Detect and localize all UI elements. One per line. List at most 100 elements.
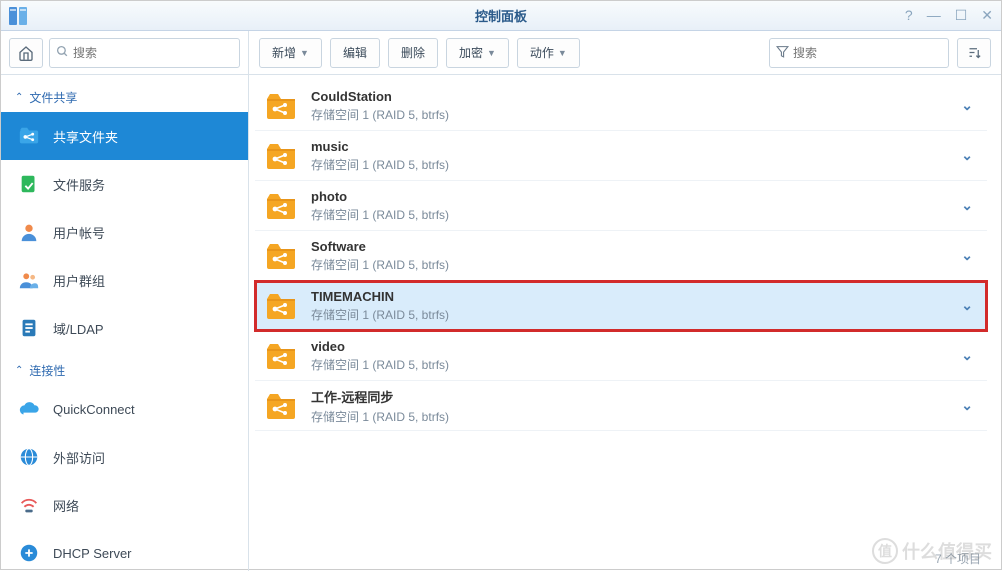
help-button[interactable]: ? (905, 7, 913, 24)
main-content: CouldStation 存储空间 1 (RAID 5, btrfs) ⌄ mu… (249, 75, 1001, 571)
globe-icon (17, 445, 41, 469)
filter-icon (776, 45, 789, 61)
new-button[interactable]: 新增▼ (259, 38, 322, 68)
caret-down-icon: ▼ (300, 48, 309, 58)
folder-info: 工作-远程同步 存储空间 1 (RAID 5, btrfs) (311, 387, 947, 425)
sidebar-item-user-account[interactable]: 用户帐号 (1, 208, 248, 256)
encrypt-button[interactable]: 加密▼ (446, 38, 509, 68)
folder-info: TIMEMACHIN 存储空间 1 (RAID 5, btrfs) (311, 289, 947, 323)
delete-button[interactable]: 删除 (388, 38, 438, 68)
folder-row[interactable]: Software 存储空间 1 (RAID 5, btrfs) ⌄ (255, 231, 987, 281)
sidebar-item-label: 用户帐号 (53, 223, 105, 242)
sidebar-header (1, 31, 249, 75)
sidebar-item-dhcp[interactable]: DHCP Server (1, 529, 248, 571)
file-services-icon (17, 172, 41, 196)
chevron-up-icon: ⌃ (15, 92, 23, 103)
home-button[interactable] (9, 38, 43, 68)
chevron-up-icon: ⌃ (15, 365, 23, 376)
sidebar-item-label: DHCP Server (53, 546, 132, 561)
cloud-icon (17, 397, 41, 421)
chevron-down-icon[interactable]: ⌄ (961, 97, 973, 114)
section-file-share[interactable]: ⌃ 文件共享 (1, 79, 248, 112)
folder-location: 存储空间 1 (RAID 5, btrfs) (311, 408, 947, 425)
share-folder-icon (265, 141, 297, 171)
share-folder-icon (265, 291, 297, 321)
chevron-down-icon[interactable]: ⌄ (961, 147, 973, 164)
sidebar-item-user-group[interactable]: 用户群组 (1, 256, 248, 304)
sidebar-search[interactable] (49, 38, 240, 68)
share-folder-icon (265, 391, 297, 421)
folder-name: TIMEMACHIN (311, 289, 947, 304)
top-strip: 新增▼ 编辑 删除 加密▼ 动作▼ (1, 31, 1001, 75)
caret-down-icon: ▼ (558, 48, 567, 58)
home-icon (18, 45, 34, 61)
group-icon (17, 268, 41, 292)
main-search-input[interactable] (793, 46, 942, 60)
folder-row[interactable]: 工作-远程同步 存储空间 1 (RAID 5, btrfs) ⌄ (255, 381, 987, 431)
item-count: 7 个项目 (935, 550, 981, 567)
sort-icon (967, 45, 982, 60)
folder-name: 工作-远程同步 (311, 387, 947, 406)
dhcp-icon (17, 541, 41, 565)
toolbar: 新增▼ 编辑 删除 加密▼ 动作▼ (249, 31, 1001, 75)
share-folder-icon (265, 241, 297, 271)
sidebar-item-label: 文件服务 (53, 175, 105, 194)
titlebar: 控制面板 ? — ☐ ✕ (1, 1, 1001, 31)
folder-name: video (311, 339, 947, 354)
folder-row[interactable]: photo 存储空间 1 (RAID 5, btrfs) ⌄ (255, 181, 987, 231)
sidebar-search-input[interactable] (73, 46, 233, 60)
folder-location: 存储空间 1 (RAID 5, btrfs) (311, 306, 947, 323)
sidebar-item-file-services[interactable]: 文件服务 (1, 160, 248, 208)
folder-name: music (311, 139, 947, 154)
section-connectivity[interactable]: ⌃ 连接性 (1, 352, 248, 385)
folder-location: 存储空间 1 (RAID 5, btrfs) (311, 106, 947, 123)
folder-location: 存储空间 1 (RAID 5, btrfs) (311, 256, 947, 273)
folder-info: video 存储空间 1 (RAID 5, btrfs) (311, 339, 947, 373)
folder-name: photo (311, 189, 947, 204)
share-folder-icon (265, 341, 297, 371)
folder-list: CouldStation 存储空间 1 (RAID 5, btrfs) ⌄ mu… (255, 81, 987, 431)
shared-folder-icon (17, 124, 41, 148)
chevron-down-icon[interactable]: ⌄ (961, 247, 973, 264)
sidebar-item-label: 域/LDAP (53, 319, 104, 338)
chevron-down-icon[interactable]: ⌄ (961, 297, 973, 314)
sort-button[interactable] (957, 38, 991, 68)
action-button[interactable]: 动作▼ (517, 38, 580, 68)
sidebar-item-shared-folder[interactable]: 共享文件夹 (1, 112, 248, 160)
sidebar-item-external-access[interactable]: 外部访问 (1, 433, 248, 481)
folder-row[interactable]: video 存储空间 1 (RAID 5, btrfs) ⌄ (255, 331, 987, 381)
window-title: 控制面板 (1, 6, 1001, 25)
chevron-down-icon[interactable]: ⌄ (961, 347, 973, 364)
section-label: 文件共享 (29, 89, 77, 106)
maximize-button[interactable]: ☐ (955, 7, 968, 24)
share-folder-icon (265, 91, 297, 121)
chevron-down-icon[interactable]: ⌄ (961, 397, 973, 414)
folder-row[interactable]: CouldStation 存储空间 1 (RAID 5, btrfs) ⌄ (255, 81, 987, 131)
window-controls: ? — ☐ ✕ (905, 7, 993, 24)
sidebar-item-quickconnect[interactable]: QuickConnect (1, 385, 248, 433)
folder-row[interactable]: music 存储空间 1 (RAID 5, btrfs) ⌄ (255, 131, 987, 181)
sidebar-item-label: 用户群组 (53, 271, 105, 290)
folder-info: CouldStation 存储空间 1 (RAID 5, btrfs) (311, 89, 947, 123)
folder-info: Software 存储空间 1 (RAID 5, btrfs) (311, 239, 947, 273)
minimize-button[interactable]: — (927, 7, 941, 24)
close-button[interactable]: ✕ (981, 7, 993, 24)
edit-button[interactable]: 编辑 (330, 38, 380, 68)
ldap-icon (17, 316, 41, 340)
chevron-down-icon[interactable]: ⌄ (961, 197, 973, 214)
caret-down-icon: ▼ (487, 48, 496, 58)
section-label: 连接性 (29, 362, 65, 379)
sidebar: ⌃ 文件共享 共享文件夹 文件服务 用户帐号 用户群组 (1, 75, 249, 571)
folder-name: CouldStation (311, 89, 947, 104)
main-search[interactable] (769, 38, 949, 68)
sidebar-item-domain-ldap[interactable]: 域/LDAP (1, 304, 248, 352)
folder-row[interactable]: TIMEMACHIN 存储空间 1 (RAID 5, btrfs) ⌄ (255, 281, 987, 331)
folder-info: photo 存储空间 1 (RAID 5, btrfs) (311, 189, 947, 223)
app-icon (7, 4, 31, 28)
folder-name: Software (311, 239, 947, 254)
sidebar-item-network[interactable]: 网络 (1, 481, 248, 529)
sidebar-item-label: QuickConnect (53, 402, 135, 417)
sidebar-item-label: 外部访问 (53, 448, 105, 467)
network-icon (17, 493, 41, 517)
folder-location: 存储空间 1 (RAID 5, btrfs) (311, 156, 947, 173)
